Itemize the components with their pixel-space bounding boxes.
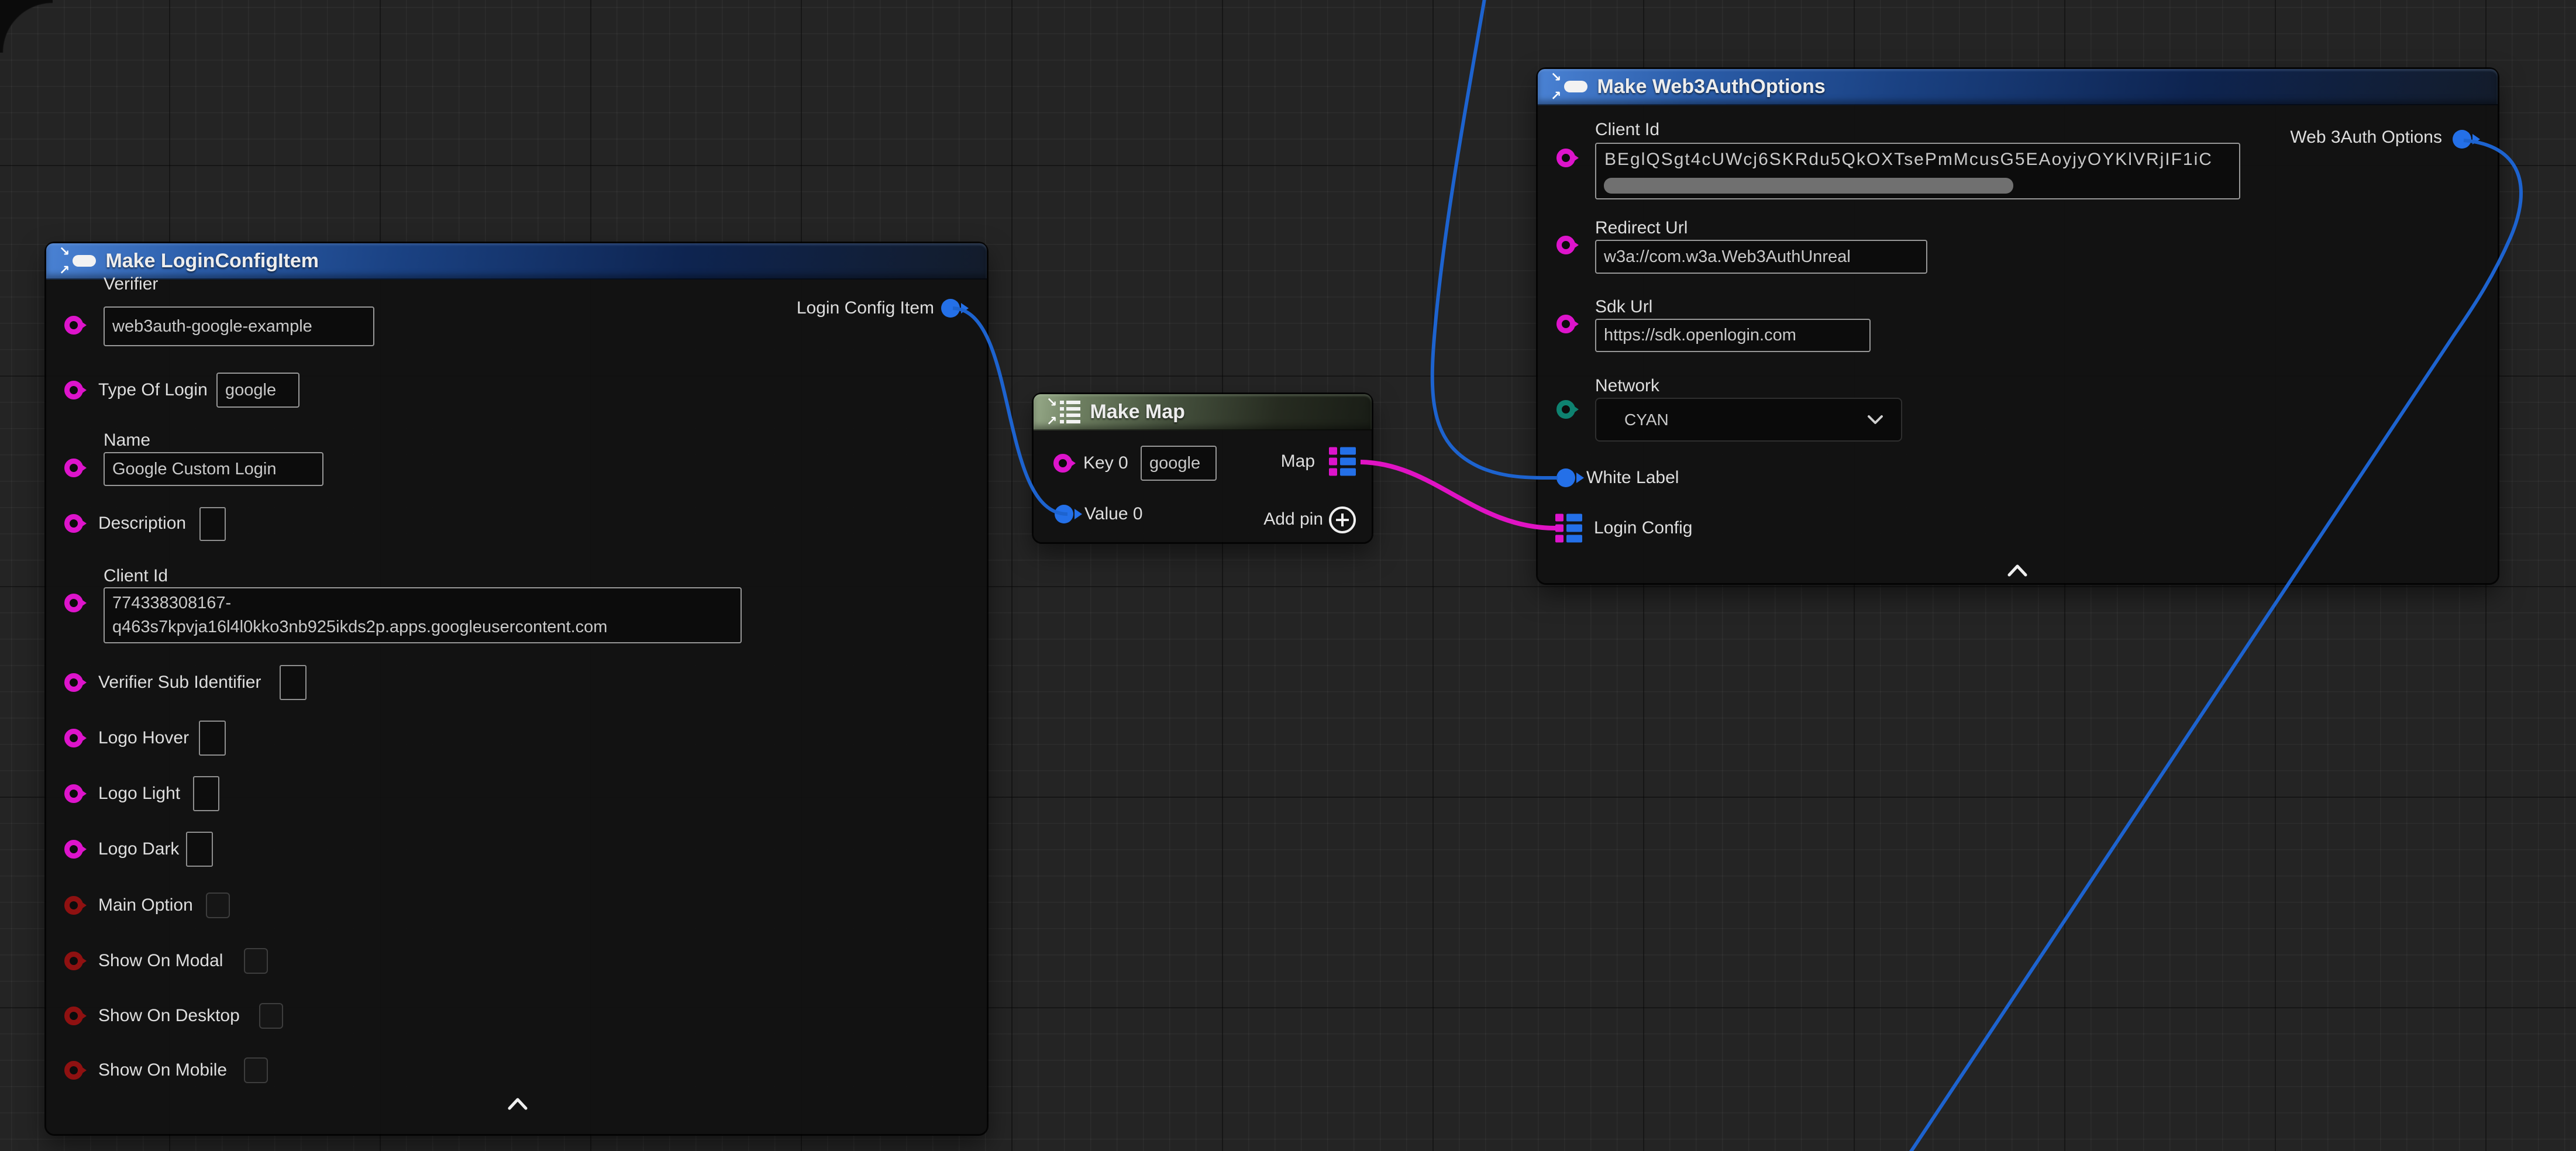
logo-hover-input[interactable] — [199, 721, 226, 756]
show-on-mobile-checkbox[interactable] — [244, 1057, 268, 1083]
client-id-line1: 774338308167- — [112, 591, 231, 615]
collapse-node-button[interactable] — [2007, 564, 2028, 577]
chevron-up-icon — [507, 1097, 528, 1110]
logo-dark-label: Logo Dark — [98, 839, 179, 860]
white-label-pin[interactable] — [1556, 468, 1575, 487]
node-header-make-loginconfigitem[interactable]: ↘↗ Make LoginConfigItem — [46, 243, 987, 280]
key-0-pin[interactable] — [1053, 454, 1072, 473]
verifier-input[interactable]: web3auth-google-example — [104, 306, 374, 346]
show-on-desktop-pin[interactable] — [64, 1007, 83, 1025]
redirect-url-pin[interactable] — [1556, 236, 1575, 254]
client-id-input[interactable]: BEglQSgt4cUWcj6SKRdu5QkOXTsePmMcusG5EAoy… — [1595, 143, 2240, 199]
login-config-label: Login Config — [1594, 518, 1692, 539]
type-of-login-pin[interactable] — [64, 381, 83, 399]
verifier-pin[interactable] — [64, 316, 83, 335]
node-title: Make Map — [1090, 401, 1185, 423]
client-id-pin[interactable] — [1556, 149, 1575, 167]
verifier-sub-identifier-input[interactable] — [280, 665, 306, 700]
sdk-url-pin[interactable] — [1556, 315, 1575, 333]
type-of-login-label: Type Of Login — [98, 380, 208, 401]
logo-dark-pin[interactable] — [64, 840, 83, 859]
name-input[interactable]: Google Custom Login — [104, 452, 323, 486]
sdk-url-input[interactable]: https://sdk.openlogin.com — [1595, 319, 1871, 352]
main-option-pin[interactable] — [64, 896, 83, 915]
node-title: Make LoginConfigItem — [105, 250, 319, 273]
show-on-modal-label: Show On Modal — [98, 950, 223, 971]
make-struct-icon: ↘↗ — [59, 245, 96, 277]
add-pin-button[interactable] — [1328, 505, 1357, 535]
logo-hover-label: Logo Hover — [98, 728, 189, 749]
description-label: Description — [98, 513, 186, 534]
output-label-login-config-item: Login Config Item — [797, 298, 934, 319]
make-map-icon: ↘↗ — [1046, 396, 1080, 428]
make-struct-icon: ↘↗ — [1551, 71, 1587, 102]
client-id-line2: q463s7kpvja16l4l0kko3nb925ikds2p.apps.go… — [112, 615, 607, 639]
show-on-mobile-pin[interactable] — [64, 1061, 83, 1080]
logo-light-input[interactable] — [193, 776, 219, 811]
client-id-scrollbar[interactable] — [1604, 178, 2013, 194]
client-id-pin[interactable] — [64, 594, 83, 612]
value-0-label: Value 0 — [1084, 504, 1143, 525]
description-pin[interactable] — [64, 514, 83, 533]
show-on-mobile-label: Show On Mobile — [98, 1060, 227, 1081]
description-input[interactable] — [199, 507, 226, 541]
verifier-sub-identifier-label: Verifier Sub Identifier — [98, 672, 261, 693]
network-label: Network — [1595, 375, 1659, 397]
graph-panel-corner — [0, 0, 53, 53]
key-0-input[interactable]: google — [1141, 446, 1217, 481]
chevron-down-icon — [1867, 415, 1883, 425]
show-on-desktop-label: Show On Desktop — [98, 1005, 240, 1026]
white-label-label: White Label — [1586, 467, 1679, 488]
main-option-checkbox[interactable] — [206, 892, 230, 918]
node-header-make-web3authoptions[interactable]: ↘↗ Make Web3AuthOptions — [1538, 69, 2498, 105]
node-make-map[interactable]: ↘↗ Make Map Key 0 google Map Value 0 Add… — [1034, 394, 1372, 542]
wire-map-to-loginconfig[interactable] — [1361, 462, 1555, 528]
main-option-label: Main Option — [98, 895, 193, 916]
client-id-label: Client Id — [104, 566, 168, 587]
client-id-input[interactable]: 774338308167- q463s7kpvja16l4l0kko3nb925… — [104, 587, 742, 643]
network-selected-value: CYAN — [1624, 411, 1669, 429]
logo-light-pin[interactable] — [64, 784, 83, 803]
logo-hover-pin[interactable] — [64, 729, 83, 747]
show-on-desktop-checkbox[interactable] — [259, 1003, 283, 1029]
client-id-label: Client Id — [1595, 119, 1659, 140]
show-on-modal-checkbox[interactable] — [244, 948, 268, 974]
add-pin-label: Add pin — [1263, 509, 1323, 530]
node-header-make-map[interactable]: ↘↗ Make Map — [1034, 394, 1372, 430]
blueprint-graph-canvas[interactable]: { "n1": { "title": "Make LoginConfigItem… — [0, 0, 2576, 1151]
redirect-url-label: Redirect Url — [1595, 218, 1688, 239]
node-title: Make Web3AuthOptions — [1597, 75, 1825, 98]
map-output-pin[interactable] — [1329, 447, 1356, 476]
sdk-url-label: Sdk Url — [1595, 297, 1652, 318]
map-output-label: Map — [1281, 451, 1315, 472]
client-id-text: BEglQSgt4cUWcj6SKRdu5QkOXTsePmMcusG5EAoy… — [1604, 150, 2213, 170]
network-dropdown[interactable]: CYAN — [1595, 398, 1902, 442]
verifier-label: Verifier — [104, 274, 158, 295]
collapse-node-button[interactable] — [507, 1097, 528, 1110]
output-label-web3auth-options: Web 3Auth Options — [2290, 127, 2442, 148]
plus-circle-icon — [1328, 505, 1357, 535]
network-pin[interactable] — [1556, 400, 1575, 419]
name-label: Name — [104, 430, 150, 451]
logo-dark-input[interactable] — [186, 832, 213, 867]
show-on-modal-pin[interactable] — [64, 952, 83, 970]
type-of-login-input[interactable]: google — [216, 373, 299, 408]
name-pin[interactable] — [64, 459, 83, 477]
logo-light-label: Logo Light — [98, 783, 180, 804]
login-config-pin[interactable] — [1555, 514, 1582, 543]
chevron-up-icon — [2007, 564, 2028, 577]
redirect-url-input[interactable]: w3a://com.w3a.Web3AuthUnreal — [1595, 240, 1927, 274]
key-0-label: Key 0 — [1083, 453, 1128, 474]
node-make-web3authoptions[interactable]: ↘↗ Make Web3AuthOptions Web 3Auth Option… — [1538, 69, 2498, 583]
verifier-sub-identifier-pin[interactable] — [64, 673, 83, 692]
node-make-loginconfigitem[interactable]: ↘↗ Make LoginConfigItem Login Config Ite… — [46, 243, 987, 1134]
